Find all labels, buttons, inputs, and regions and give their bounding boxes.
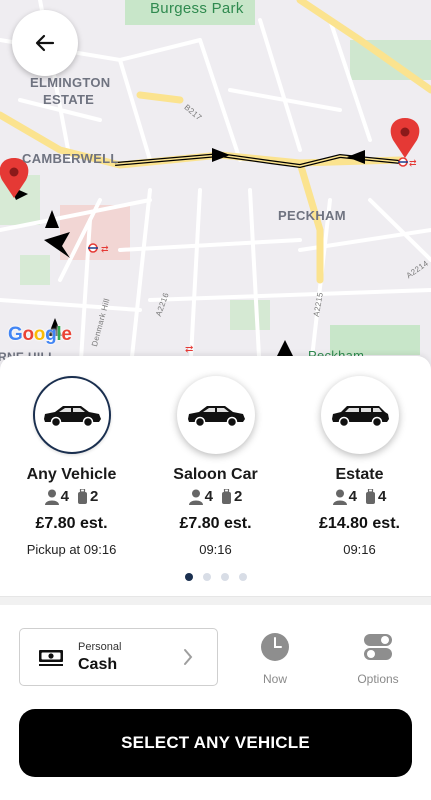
vehicle-selection-sheet: Any Vehicle 4 2 £7.80 est. Pickup at 09:… bbox=[0, 356, 431, 800]
passenger-icon bbox=[188, 489, 203, 505]
car-icon bbox=[43, 406, 101, 428]
vehicle-name: Any Vehicle bbox=[26, 466, 117, 483]
vehicle-pickup-time: Pickup at 09:16 bbox=[26, 542, 117, 557]
carousel-pager bbox=[0, 573, 431, 581]
vehicle-price: £7.80 est. bbox=[179, 515, 252, 532]
toggle-options-icon bbox=[364, 634, 392, 660]
rail-station-icon: ⇄ bbox=[398, 157, 417, 168]
clock-icon bbox=[261, 633, 289, 661]
map-label-area: ESTATE bbox=[43, 92, 95, 107]
pager-dot[interactable] bbox=[184, 573, 193, 581]
vehicle-capacity: 4 2 bbox=[144, 488, 287, 505]
vehicle-capacity: 4 2 bbox=[0, 488, 143, 505]
payment-method-selector[interactable]: Personal Cash bbox=[19, 628, 218, 686]
svg-text:⇄: ⇄ bbox=[101, 244, 109, 254]
estate-car-icon bbox=[331, 406, 389, 428]
svg-text:⇄: ⇄ bbox=[409, 158, 417, 168]
vehicle-pickup-time: 09:16 bbox=[343, 542, 376, 557]
vehicle-option-estate[interactable]: Estate 4 4 £14.80 est. 09:16 bbox=[288, 376, 431, 557]
cash-icon bbox=[38, 648, 64, 673]
payment-account-label: Personal bbox=[78, 641, 122, 653]
pager-dot[interactable] bbox=[220, 573, 229, 581]
options-label: Options bbox=[357, 672, 399, 686]
google-logo: Google bbox=[8, 324, 72, 345]
map-label-area: CAMBERWELL bbox=[22, 151, 119, 166]
pager-dot[interactable] bbox=[238, 573, 247, 581]
map-label-area: ELMINGTON bbox=[30, 75, 111, 90]
payment-method-label: Cash bbox=[78, 656, 118, 673]
vehicle-image[interactable] bbox=[320, 376, 399, 454]
map-view[interactable]: ⇄ ⇄ ⇄ Burgess Park ELMINGTON ESTATE CAMB… bbox=[0, 0, 431, 375]
back-button[interactable] bbox=[12, 10, 78, 76]
now-label: Now bbox=[262, 672, 287, 686]
select-vehicle-button[interactable]: SELECT ANY VEHICLE bbox=[19, 709, 412, 777]
pager-dot[interactable] bbox=[202, 573, 211, 581]
map-label-park: Burgess Park bbox=[150, 0, 244, 17]
vehicle-image[interactable] bbox=[176, 376, 255, 454]
passenger-icon bbox=[44, 489, 59, 505]
map-label-area: PECKHAM bbox=[278, 208, 346, 223]
vehicle-capacity: 4 4 bbox=[288, 488, 431, 505]
chevron-right-icon bbox=[183, 648, 193, 671]
dropoff-pin-icon bbox=[390, 118, 420, 158]
luggage-icon bbox=[221, 488, 232, 505]
luggage-icon bbox=[77, 488, 88, 505]
vehicle-price: £14.80 est. bbox=[319, 515, 400, 532]
arrow-left-icon bbox=[35, 34, 55, 52]
vehicle-option-any[interactable]: Any Vehicle 4 2 £7.80 est. Pickup at 09:… bbox=[0, 376, 143, 557]
svg-text:⇄: ⇄ bbox=[185, 344, 193, 355]
vehicle-option-saloon[interactable]: Saloon Car 4 2 £7.80 est. 09:16 bbox=[144, 376, 287, 557]
options-button[interactable]: Options bbox=[348, 632, 408, 686]
vehicle-name: Saloon Car bbox=[173, 466, 258, 483]
vehicle-image[interactable] bbox=[32, 376, 111, 454]
section-divider bbox=[0, 596, 431, 605]
luggage-icon bbox=[365, 488, 376, 505]
pickup-time-now-button[interactable]: Now bbox=[245, 632, 305, 686]
vehicle-carousel[interactable]: Any Vehicle 4 2 £7.80 est. Pickup at 09:… bbox=[0, 376, 431, 566]
vehicle-name: Estate bbox=[335, 466, 384, 483]
car-icon bbox=[187, 406, 245, 428]
vehicle-pickup-time: 09:16 bbox=[199, 542, 232, 557]
vehicle-price: £7.80 est. bbox=[35, 515, 108, 532]
passenger-icon bbox=[332, 489, 347, 505]
